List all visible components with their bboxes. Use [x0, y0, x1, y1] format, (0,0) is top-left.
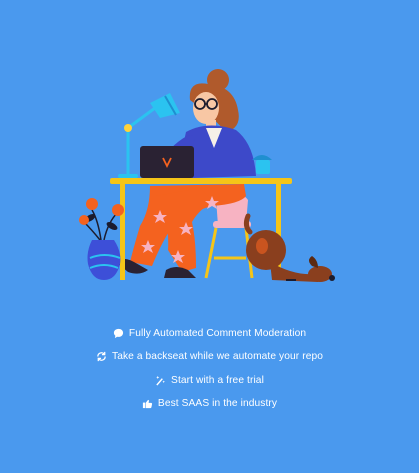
- hero-illustration: [0, 0, 419, 300]
- feature-label: Fully Automated Comment Moderation: [128, 328, 307, 340]
- feature-label: Start with a free trial: [171, 374, 264, 386]
- sync-icon: [96, 351, 107, 362]
- feature-item-free-trial: Start with a free trial: [155, 369, 264, 392]
- laptop: [140, 146, 194, 178]
- comment-icon: [113, 328, 124, 339]
- thumbs-up-icon: [142, 398, 153, 409]
- plant-in-vase: [79, 198, 124, 280]
- feature-item-comment-moderation: Fully Automated Comment Moderation: [113, 322, 306, 345]
- feature-label: Best SAAS in the industry: [157, 398, 278, 410]
- dog: [243, 213, 335, 282]
- feature-list: Fully Automated Comment Moderation Take …: [0, 322, 419, 415]
- feature-item-best-saas: Best SAAS in the industry: [142, 392, 277, 415]
- feature-label: Take a backseat while we automate your r…: [112, 351, 323, 363]
- magic-wand-icon: [155, 375, 166, 386]
- feature-item-automate-repo: Take a backseat while we automate your r…: [96, 345, 323, 368]
